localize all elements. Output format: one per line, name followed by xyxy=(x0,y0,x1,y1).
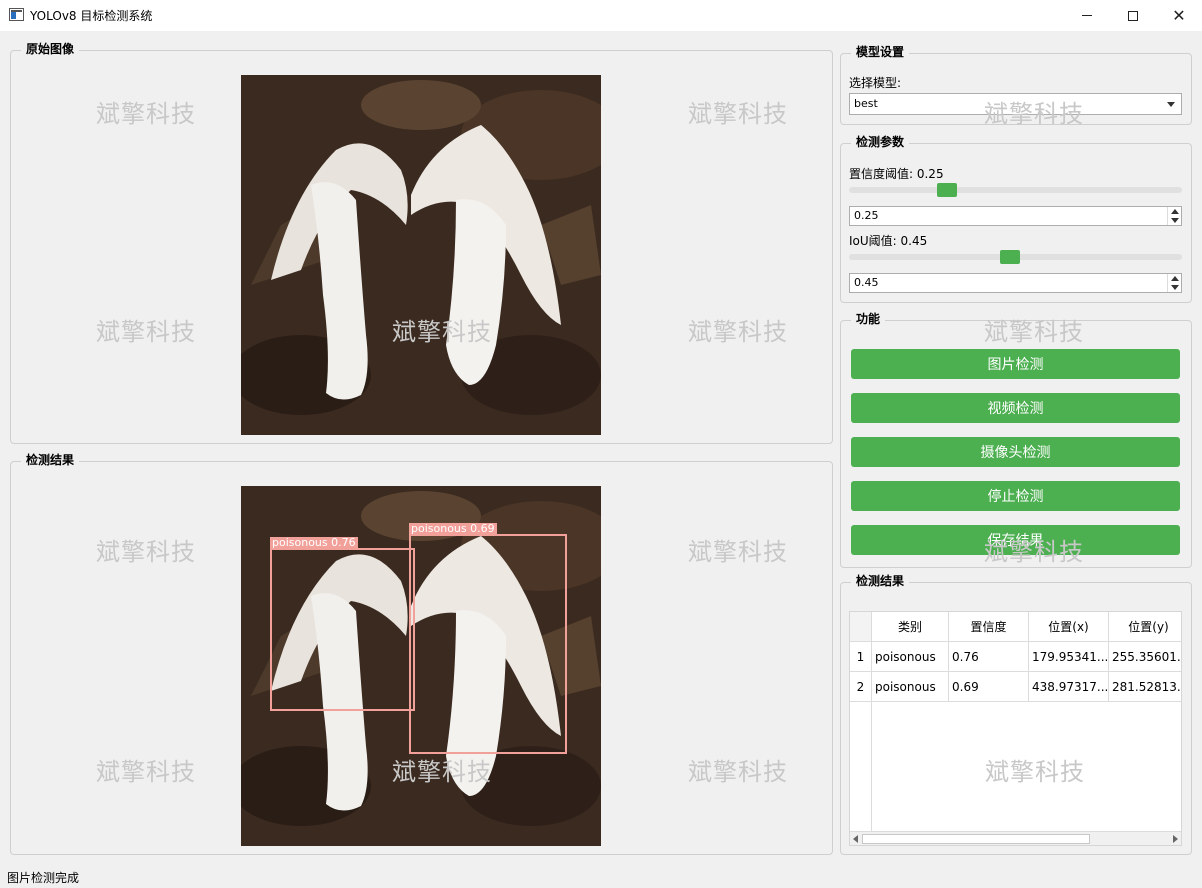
iou-value: 0.45 xyxy=(854,276,879,289)
confidence-threshold-label: 置信度阈值: 0.25 xyxy=(849,167,944,181)
image-detect-button[interactable]: 图片检测 xyxy=(851,349,1180,379)
video-detect-button[interactable]: 视频检测 xyxy=(851,393,1180,423)
table-cell[interactable]: poisonous xyxy=(872,642,949,672)
app-icon xyxy=(9,8,24,21)
stop-detect-button[interactable]: 停止检测 xyxy=(851,481,1180,511)
arrow-up-icon[interactable] xyxy=(1171,209,1179,214)
original-image-title: 原始图像 xyxy=(21,41,80,57)
scrollbar-thumb[interactable] xyxy=(862,834,1090,844)
model-select-value: best xyxy=(854,97,878,110)
horizontal-scrollbar[interactable] xyxy=(850,831,1181,845)
column-header-x[interactable]: 位置(x) xyxy=(1029,612,1109,642)
iou-slider-handle[interactable] xyxy=(999,250,1020,264)
close-icon: ✕ xyxy=(1172,5,1186,25)
arrow-right-icon[interactable] xyxy=(1173,835,1178,843)
results-table[interactable]: 类别 置信度 位置(x) 位置(y) 1 poisonous 0.76 179.… xyxy=(849,611,1182,846)
model-select[interactable]: best xyxy=(849,93,1182,115)
minimize-icon xyxy=(1082,15,1092,16)
table-corner[interactable] xyxy=(850,612,872,642)
close-button[interactable]: ✕ xyxy=(1156,0,1202,31)
row-header[interactable]: 2 xyxy=(850,672,872,702)
maximize-button[interactable] xyxy=(1110,0,1156,31)
camera-detect-button[interactable]: 摄像头检测 xyxy=(851,437,1180,467)
spin-arrows[interactable] xyxy=(1167,207,1181,225)
confidence-spinbox[interactable]: 0.25 xyxy=(849,206,1182,226)
mushroom-photo xyxy=(241,75,601,435)
status-bar-text: 图片检测完成 xyxy=(7,871,80,885)
functions-title: 功能 xyxy=(851,311,886,327)
result-image-title: 检测结果 xyxy=(21,452,80,468)
column-header-confidence[interactable]: 置信度 xyxy=(949,612,1029,642)
row-header-column xyxy=(850,702,872,831)
iou-threshold-label: IoU阈值: 0.45 xyxy=(849,234,928,248)
table-header: 类别 置信度 位置(x) 位置(y) xyxy=(850,612,1181,642)
arrow-left-icon[interactable] xyxy=(853,835,858,843)
detection-box-2 xyxy=(409,534,567,754)
row-header[interactable]: 1 xyxy=(850,642,872,672)
original-image xyxy=(241,75,601,435)
detection-box-1 xyxy=(270,548,415,711)
table-cell[interactable]: poisonous xyxy=(872,672,949,702)
table-cell[interactable]: 281.52813... xyxy=(1109,672,1181,702)
arrow-down-icon[interactable] xyxy=(1171,285,1179,290)
watermark: 斌擎科技 xyxy=(985,758,1085,786)
detection-label-1: poisonous 0.76 xyxy=(270,536,358,549)
chevron-down-icon xyxy=(1167,102,1175,107)
confidence-slider-handle[interactable] xyxy=(937,183,958,197)
arrow-up-icon[interactable] xyxy=(1171,276,1179,281)
detection-params-title: 检测参数 xyxy=(851,134,910,150)
results-table-title: 检测结果 xyxy=(851,573,910,589)
iou-spinbox[interactable]: 0.45 xyxy=(849,273,1182,293)
maximize-icon xyxy=(1128,10,1138,21)
select-model-label: 选择模型: xyxy=(849,76,902,90)
save-result-button[interactable]: 保存结果 xyxy=(851,525,1180,555)
arrow-down-icon[interactable] xyxy=(1171,218,1179,223)
model-settings-title: 模型设置 xyxy=(851,44,910,60)
table-cell[interactable]: 0.69 xyxy=(949,672,1029,702)
column-header-class[interactable]: 类别 xyxy=(872,612,949,642)
title-bar: YOLOv8 目标检测系统 ✕ xyxy=(0,0,1202,31)
confidence-value: 0.25 xyxy=(854,209,879,222)
minimize-button[interactable] xyxy=(1064,0,1110,31)
window-title: YOLOv8 目标检测系统 xyxy=(30,9,153,23)
spin-arrows[interactable] xyxy=(1167,274,1181,292)
confidence-slider[interactable] xyxy=(849,187,1182,193)
table-cell[interactable]: 255.35601... xyxy=(1109,642,1181,672)
detection-label-2: poisonous 0.69 xyxy=(409,522,497,535)
table-cell[interactable]: 0.76 xyxy=(949,642,1029,672)
table-cell[interactable]: 438.97317... xyxy=(1029,672,1109,702)
column-header-y[interactable]: 位置(y) xyxy=(1109,612,1181,642)
table-cell[interactable]: 179.95341... xyxy=(1029,642,1109,672)
